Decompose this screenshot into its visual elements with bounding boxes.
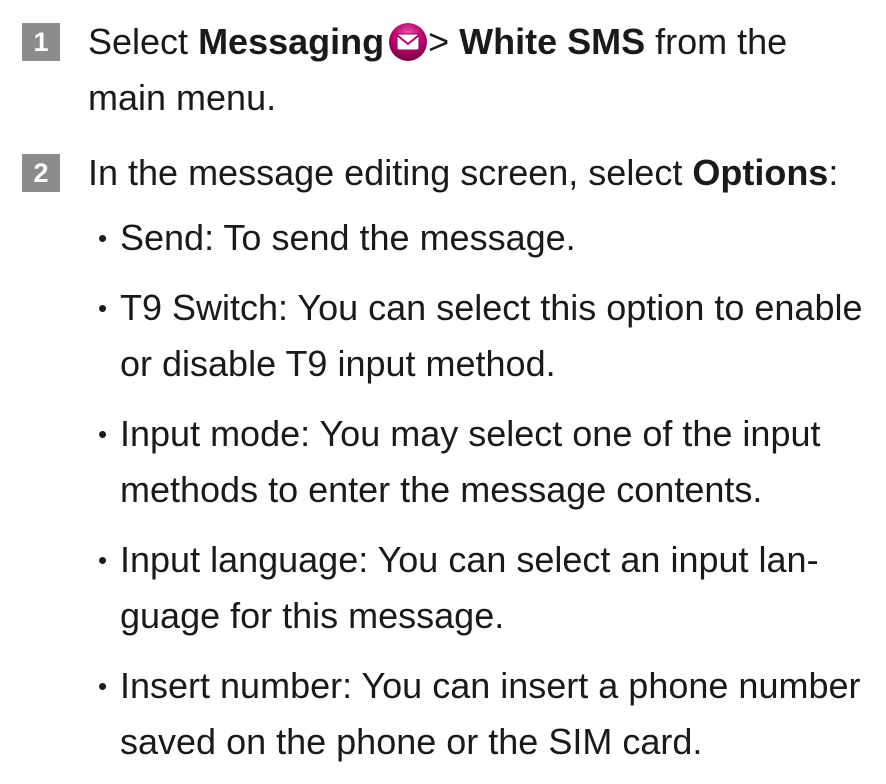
list-item: • Insert number: You can insert a phone n… xyxy=(98,665,861,762)
list-item: • T9 Switch: You can select this option t… xyxy=(98,287,863,384)
step-1: 1 Select Messaging > White SMS from the … xyxy=(22,14,866,126)
bullet-text: T9 Switch: You can select this option to… xyxy=(120,287,863,384)
select-prefix: Select xyxy=(88,21,199,62)
bullet-text: Send: To send the message. xyxy=(120,217,576,258)
bullet-text: Input language: You can select an input … xyxy=(120,539,819,636)
step-2-intro: In the message editing screen, select xyxy=(88,152,693,193)
step-2-colon: : xyxy=(828,152,839,193)
messaging-label: Messaging xyxy=(198,21,385,62)
list-item: • Input mode: You may select one of the i… xyxy=(98,413,821,510)
step-2-text: In the message editing screen, select Op… xyxy=(88,145,866,201)
list-item: • Send: To send the message. xyxy=(98,217,576,258)
white-sms-label: White SMS xyxy=(459,21,646,62)
step-number-badge: 1 xyxy=(22,23,60,61)
bullet-text: Input mode: You may select one of the in… xyxy=(120,413,821,510)
arrow-separator: > xyxy=(428,21,460,62)
step-1-text: Select Messaging > White SMS from the ma… xyxy=(88,14,866,126)
messaging-envelope-icon xyxy=(389,23,428,61)
options-label: Options xyxy=(692,152,829,193)
options-list: • Send: To send the message. • T9 Switch: … xyxy=(98,210,866,784)
step-number-badge: 2 xyxy=(22,154,60,192)
list-item: • Input language: You can select an input… xyxy=(98,539,819,636)
step-2: 2 In the message editing screen, select … xyxy=(22,145,866,201)
bullet-text: Insert number: You can insert a phone nu… xyxy=(120,665,861,762)
